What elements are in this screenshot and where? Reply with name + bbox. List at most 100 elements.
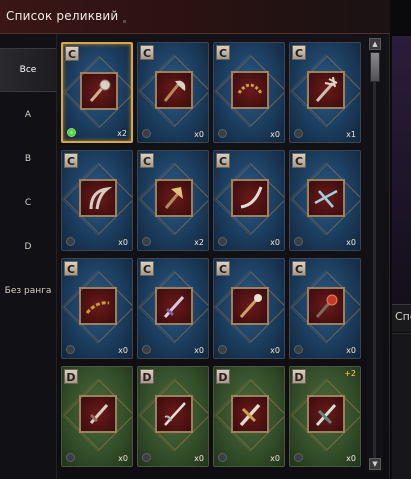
short-sword-icon bbox=[89, 404, 109, 424]
relic-card[interactable]: D x0 bbox=[137, 366, 209, 467]
tab-rank-b[interactable]: B bbox=[0, 137, 56, 181]
rank-badge: D bbox=[64, 369, 78, 384]
gem-icon bbox=[142, 345, 151, 354]
relic-count: x0 bbox=[346, 346, 356, 355]
rank-badge: D bbox=[216, 369, 230, 384]
relic-medallion bbox=[307, 179, 345, 217]
rank-badge: C bbox=[292, 261, 306, 276]
title-bar: Список реликвий bbox=[0, 0, 390, 34]
rank-badge: C bbox=[140, 261, 154, 276]
gem-icon bbox=[67, 128, 76, 137]
staff-icon bbox=[239, 294, 262, 318]
gem-icon bbox=[294, 453, 303, 462]
relic-count: x0 bbox=[194, 130, 204, 139]
relic-card[interactable]: D +2 x0 bbox=[289, 366, 361, 467]
relic-card[interactable]: D x0 bbox=[61, 366, 133, 467]
relic-count: x0 bbox=[194, 454, 204, 463]
relic-card[interactable]: C x2 bbox=[137, 150, 209, 251]
adjacent-panel-body bbox=[392, 333, 411, 479]
relic-card[interactable]: C x0 bbox=[289, 150, 361, 251]
relic-grid: C x2 C x0 C x0 C x1 C x0 C x2 C x0 C x0 … bbox=[57, 34, 366, 479]
rank-badge: C bbox=[140, 153, 154, 168]
relic-count: x0 bbox=[270, 454, 280, 463]
relic-card[interactable]: C x1 bbox=[289, 42, 361, 143]
relic-count: x1 bbox=[346, 130, 356, 139]
gem-icon bbox=[66, 345, 75, 354]
rank-badge: D bbox=[140, 369, 154, 384]
relic-count: x0 bbox=[270, 238, 280, 247]
tab-label: Все bbox=[19, 65, 37, 75]
gem-icon bbox=[66, 453, 75, 462]
relic-card[interactable]: C x2 bbox=[61, 42, 133, 143]
curved-sword-icon bbox=[240, 186, 263, 209]
relic-card[interactable]: C x0 bbox=[213, 258, 285, 359]
relic-medallion bbox=[231, 287, 269, 325]
relic-medallion bbox=[155, 71, 193, 109]
relic-medallion bbox=[79, 287, 117, 325]
scroll-thumb[interactable] bbox=[370, 52, 380, 82]
relic-medallion bbox=[155, 179, 193, 217]
spiked-mace-icon bbox=[315, 294, 338, 318]
tab-no-rank[interactable]: Без ранга bbox=[0, 269, 56, 313]
relic-card[interactable]: C x0 bbox=[137, 42, 209, 143]
rank-badge: C bbox=[65, 46, 79, 61]
tab-label: B bbox=[24, 154, 32, 164]
rank-badge: C bbox=[216, 153, 230, 168]
relic-card[interactable]: C x0 bbox=[61, 150, 133, 251]
relic-medallion bbox=[307, 71, 345, 109]
scroll-up-button[interactable]: ▲ bbox=[369, 38, 381, 50]
relic-medallion bbox=[231, 71, 269, 109]
tab-all[interactable]: Все bbox=[0, 48, 56, 92]
dagger-icon bbox=[163, 295, 185, 319]
rank-badge: C bbox=[216, 261, 230, 276]
rank-badge: C bbox=[292, 153, 306, 168]
gem-icon bbox=[66, 237, 75, 246]
relic-card[interactable]: C x0 bbox=[213, 150, 285, 251]
relic-card[interactable]: C x0 bbox=[289, 258, 361, 359]
scroll-down-button[interactable]: ▼ bbox=[369, 458, 381, 470]
double-axe-icon bbox=[164, 187, 183, 209]
longsword-icon bbox=[315, 403, 337, 427]
axe-icon bbox=[163, 80, 186, 102]
relic-count: x0 bbox=[346, 454, 356, 463]
chain-whip-icon bbox=[237, 83, 263, 94]
relic-medallion bbox=[80, 72, 118, 110]
relic-count: x0 bbox=[270, 346, 280, 355]
gem-icon bbox=[142, 237, 151, 246]
gem-icon bbox=[294, 129, 303, 138]
relic-card[interactable]: D x0 bbox=[213, 366, 285, 467]
tab-rank-d[interactable]: D bbox=[0, 225, 56, 269]
rank-badge: D bbox=[292, 369, 306, 384]
gem-icon bbox=[218, 453, 227, 462]
rank-badge: C bbox=[64, 261, 78, 276]
relic-medallion bbox=[307, 395, 345, 433]
relic-medallion bbox=[79, 395, 117, 433]
relic-medallion bbox=[79, 179, 117, 217]
relic-count: x0 bbox=[118, 238, 128, 247]
relic-medallion bbox=[231, 395, 269, 433]
relic-count: x0 bbox=[270, 130, 280, 139]
grid-scrollbar[interactable]: ▲ ▼ bbox=[367, 38, 383, 472]
rank-badge: C bbox=[292, 45, 306, 60]
relic-medallion bbox=[231, 179, 269, 217]
rank-badge: C bbox=[140, 45, 154, 60]
tab-rank-a[interactable]: A bbox=[0, 93, 56, 137]
broadsword-icon bbox=[239, 403, 261, 427]
adjacent-panel-art bbox=[392, 36, 411, 304]
scythe-icon bbox=[89, 186, 113, 210]
relic-count: x2 bbox=[117, 129, 127, 138]
relic-count: x0 bbox=[194, 346, 204, 355]
relic-count: x0 bbox=[346, 238, 356, 247]
tab-label: C bbox=[24, 198, 32, 208]
flail-icon bbox=[85, 301, 110, 314]
relic-card[interactable]: C x0 bbox=[213, 42, 285, 143]
tab-rank-c[interactable]: C bbox=[0, 181, 56, 225]
adjacent-panel-tab-label: Спо bbox=[395, 310, 411, 323]
relic-card[interactable]: C x0 bbox=[137, 258, 209, 359]
relic-medallion bbox=[155, 395, 193, 433]
relic-count: x2 bbox=[194, 238, 204, 247]
gem-icon bbox=[218, 129, 227, 138]
scroll-track[interactable] bbox=[373, 52, 376, 458]
relic-card[interactable]: C x0 bbox=[61, 258, 133, 359]
rapier-icon bbox=[164, 402, 186, 426]
